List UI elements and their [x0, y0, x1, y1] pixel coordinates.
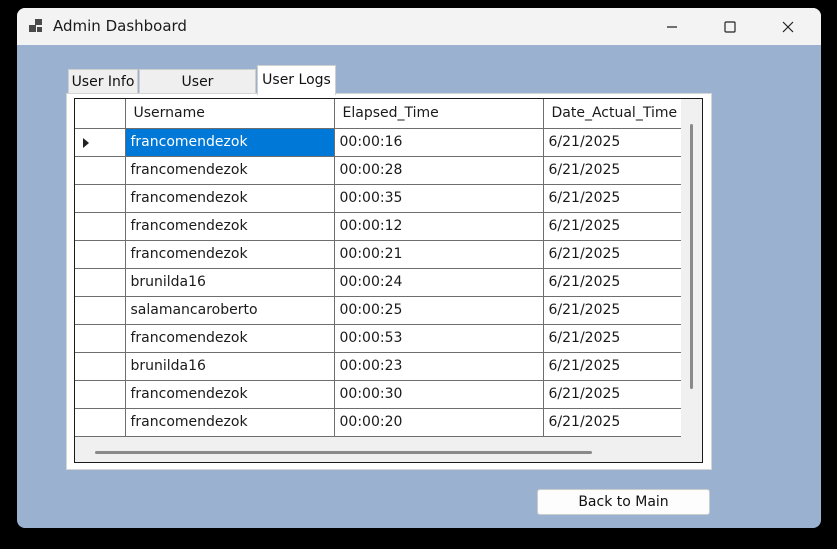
vertical-scrollbar[interactable] [681, 99, 702, 442]
table-row[interactable]: francomendezok 00:00:20 6/21/2025 [75, 408, 682, 437]
cell-elapsed-time[interactable]: 00:00:20 [334, 408, 544, 437]
scrollbar-corner [681, 442, 702, 462]
admin-dashboard-window: Admin Dashboard User Info User Credentia… [17, 8, 821, 528]
cell-elapsed-time[interactable]: 00:00:35 [334, 184, 544, 213]
row-header[interactable] [75, 352, 126, 381]
table-row[interactable]: francomendezok 00:00:12 6/21/2025 [75, 212, 682, 241]
table-row[interactable]: salamancaroberto 00:00:25 6/21/2025 [75, 296, 682, 325]
cell-elapsed-time[interactable]: 00:00:12 [334, 212, 544, 241]
table-row[interactable]: francomendezok 00:00:53 6/21/2025 [75, 324, 682, 353]
cell-date-actual-time[interactable]: 6/21/2025 [543, 296, 682, 325]
cell-username[interactable]: brunilda16 [125, 268, 335, 297]
user-logs-grid[interactable]: Username Elapsed_Time Date_Actual_Time f… [74, 98, 703, 463]
cell-username[interactable]: francomendezok [125, 408, 335, 437]
cell-date-actual-time[interactable]: 6/21/2025 [543, 212, 682, 241]
cell-username[interactable]: salamancaroberto [125, 296, 335, 325]
cell-date-actual-time[interactable]: 6/21/2025 [543, 324, 682, 353]
cell-date-actual-time[interactable]: 6/21/2025 [543, 268, 682, 297]
cell-username[interactable]: francomendezok [125, 324, 335, 353]
tab-user-credentials[interactable]: User Credentials [139, 69, 256, 114]
cell-username[interactable]: francomendezok [125, 128, 335, 157]
table-row[interactable]: francomendezok 00:00:28 6/21/2025 [75, 156, 682, 185]
row-header[interactable] [75, 212, 126, 241]
cell-date-actual-time[interactable]: 6/21/2025 [543, 156, 682, 185]
row-header[interactable] [75, 184, 126, 213]
column-header-username[interactable]: Username [125, 99, 335, 129]
row-header[interactable] [75, 128, 126, 157]
table-row[interactable]: francomendezok 00:00:35 6/21/2025 [75, 184, 682, 213]
row-header[interactable] [75, 268, 126, 297]
maximize-button[interactable] [701, 8, 759, 45]
cell-elapsed-time[interactable]: 00:00:53 [334, 324, 544, 353]
minimize-button[interactable] [643, 8, 701, 45]
maximize-icon [724, 20, 736, 33]
cell-username[interactable]: francomendezok [125, 380, 335, 409]
minimize-icon [667, 25, 677, 28]
table-row[interactable]: brunilda16 00:00:23 6/21/2025 [75, 352, 682, 381]
row-header[interactable] [75, 240, 126, 269]
cell-elapsed-time[interactable]: 00:00:21 [334, 240, 544, 269]
app-icon [29, 19, 42, 32]
cell-username[interactable]: brunilda16 [125, 352, 335, 381]
row-header[interactable] [75, 408, 126, 437]
table-row[interactable]: francomendezok 00:00:21 6/21/2025 [75, 240, 682, 269]
cell-elapsed-time[interactable]: 00:00:16 [334, 128, 544, 157]
row-pointer-icon [83, 137, 89, 148]
column-header-date-actual-time[interactable]: Date_Actual_Time [543, 99, 682, 129]
tab-user-logs[interactable]: User Logs [257, 65, 336, 95]
horizontal-scrollbar[interactable] [75, 442, 681, 462]
table-row[interactable]: francomendezok 00:00:16 6/21/2025 [75, 128, 682, 157]
column-header-elapsed-time[interactable]: Elapsed_Time [334, 99, 544, 129]
back-to-main-button[interactable]: Back to Main [537, 489, 710, 515]
cell-elapsed-time[interactable]: 00:00:23 [334, 352, 544, 381]
corner-header[interactable] [75, 99, 126, 129]
table-row[interactable]: francomendezok 00:00:30 6/21/2025 [75, 380, 682, 409]
row-header[interactable] [75, 380, 126, 409]
title-bar[interactable]: Admin Dashboard [17, 8, 821, 45]
cell-username[interactable]: francomendezok [125, 240, 335, 269]
logs-table: Username Elapsed_Time Date_Actual_Time f… [75, 99, 682, 437]
cell-date-actual-time[interactable]: 6/21/2025 [543, 352, 682, 381]
close-icon [782, 21, 794, 32]
cell-date-actual-time[interactable]: 6/21/2025 [543, 408, 682, 437]
cell-username[interactable]: francomendezok [125, 184, 335, 213]
cell-date-actual-time[interactable]: 6/21/2025 [543, 184, 682, 213]
cell-elapsed-time[interactable]: 00:00:25 [334, 296, 544, 325]
cell-date-actual-time[interactable]: 6/21/2025 [543, 128, 682, 157]
row-header[interactable] [75, 296, 126, 325]
horizontal-scroll-thumb[interactable] [95, 451, 592, 454]
cell-elapsed-time[interactable]: 00:00:24 [334, 268, 544, 297]
tab-user-info[interactable]: User Info [68, 69, 138, 94]
row-header[interactable] [75, 324, 126, 353]
cell-username[interactable]: francomendezok [125, 212, 335, 241]
header-row: Username Elapsed_Time Date_Actual_Time [75, 99, 682, 129]
table-row[interactable]: brunilda16 00:00:24 6/21/2025 [75, 268, 682, 297]
close-button[interactable] [759, 8, 817, 45]
window-title: Admin Dashboard [53, 17, 187, 35]
row-header[interactable] [75, 156, 126, 185]
cell-elapsed-time[interactable]: 00:00:30 [334, 380, 544, 409]
vertical-scroll-thumb[interactable] [690, 124, 693, 389]
cell-date-actual-time[interactable]: 6/21/2025 [543, 380, 682, 409]
cell-date-actual-time[interactable]: 6/21/2025 [543, 240, 682, 269]
cell-elapsed-time[interactable]: 00:00:28 [334, 156, 544, 185]
cell-username[interactable]: francomendezok [125, 156, 335, 185]
